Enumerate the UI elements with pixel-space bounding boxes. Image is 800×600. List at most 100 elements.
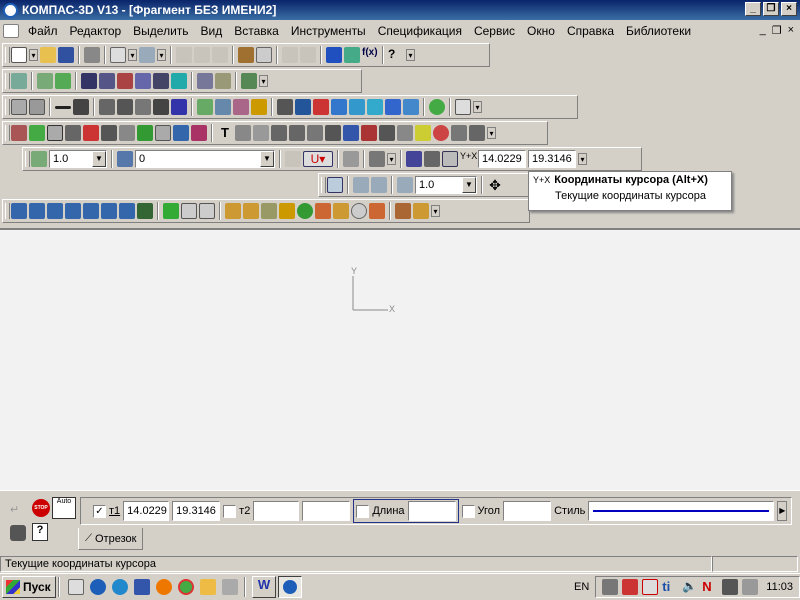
components-icon[interactable]	[119, 203, 135, 219]
grid-dropdown[interactable]: ▾	[387, 153, 396, 165]
ortho-draw-icon[interactable]	[424, 151, 440, 167]
document-icon[interactable]	[3, 23, 19, 38]
brace-icon[interactable]	[451, 125, 467, 141]
archive-icon[interactable]	[222, 579, 238, 595]
style-selector[interactable]	[588, 501, 775, 521]
sheet-icon[interactable]	[181, 203, 197, 219]
t1-checkbox[interactable]: ✓	[93, 504, 106, 518]
new-file-icon[interactable]	[11, 47, 27, 63]
tree-icon[interactable]	[297, 203, 313, 219]
material-icon[interactable]	[225, 203, 241, 219]
stop-button[interactable]: STOP	[32, 499, 50, 517]
n-icon[interactable]: N	[702, 579, 718, 595]
update-icon[interactable]	[742, 579, 759, 595]
assembly-icon[interactable]	[101, 203, 117, 219]
word-task-button[interactable]: W	[252, 576, 276, 598]
tools-icon[interactable]	[261, 203, 277, 219]
menu-file[interactable]: Файл	[22, 24, 64, 38]
kompas-app-icon[interactable]	[3, 2, 18, 18]
undo-icon[interactable]	[282, 47, 298, 63]
kompas-task-button[interactable]	[278, 576, 302, 598]
compact-toolbar-options[interactable]: ▾	[431, 205, 440, 217]
arrow-icon[interactable]	[469, 125, 485, 141]
base-icon[interactable]	[271, 125, 287, 141]
select-geometry-icon[interactable]	[47, 125, 63, 141]
sweep-icon[interactable]	[47, 203, 63, 219]
folder-icon[interactable]	[200, 579, 216, 595]
menu-help[interactable]: Справка	[561, 24, 620, 38]
paste-icon[interactable]	[212, 47, 228, 63]
tab-segment[interactable]: ⟋ Отрезок	[78, 528, 144, 550]
hand-icon[interactable]	[413, 203, 429, 219]
cloud-icon[interactable]	[403, 99, 419, 115]
zoom-in-icon[interactable]	[353, 177, 369, 193]
bar4-icon[interactable]	[385, 99, 401, 115]
auto-create-button[interactable]: Auto	[52, 497, 76, 519]
zoom-dropdown-arrow[interactable]: ▼	[462, 177, 476, 193]
bar3-icon[interactable]	[367, 99, 383, 115]
house-icon[interactable]	[279, 203, 295, 219]
menu-libraries[interactable]: Библиотеки	[620, 24, 697, 38]
local-cs-icon[interactable]	[31, 151, 47, 167]
zoom-out-icon[interactable]	[371, 177, 387, 193]
grid-icon[interactable]	[11, 73, 27, 89]
rhombus-icon[interactable]	[171, 73, 187, 89]
print-icon[interactable]	[84, 47, 100, 63]
menu-service[interactable]: Сервис	[468, 24, 521, 38]
camera-icon[interactable]	[10, 525, 26, 541]
weight-icon[interactable]	[295, 99, 311, 115]
edit-toolbar-options[interactable]: ▾	[473, 101, 482, 113]
zoom-scale-icon[interactable]	[397, 177, 413, 193]
preview-icon[interactable]	[110, 47, 126, 63]
length-checkbox[interactable]	[356, 504, 370, 518]
fence-icon[interactable]	[395, 203, 411, 219]
link-line-icon[interactable]	[73, 99, 89, 115]
save-icon[interactable]	[58, 47, 74, 63]
frame2-icon[interactable]	[117, 99, 133, 115]
chart-icon[interactable]	[197, 73, 213, 89]
geometry-toolbar-options[interactable]: ▾	[259, 75, 268, 87]
help-icon[interactable]: ?	[32, 523, 48, 541]
ie-icon[interactable]	[112, 579, 128, 595]
loft-icon[interactable]	[65, 203, 81, 219]
angle-field[interactable]	[503, 501, 552, 521]
new-file-dropdown[interactable]: ▾	[29, 49, 38, 61]
menu-window[interactable]: Окно	[521, 24, 561, 38]
list-icon[interactable]	[256, 47, 272, 63]
chrome-icon[interactable]	[178, 579, 194, 595]
bezier-icon[interactable]	[29, 125, 45, 141]
t1-y-field[interactable]: 19.3146	[172, 501, 221, 521]
t2-checkbox[interactable]	[223, 504, 237, 518]
roughness-icon[interactable]	[253, 125, 269, 141]
scale-combo[interactable]: 1.0 ▼	[49, 150, 107, 168]
spec-icon[interactable]	[173, 125, 189, 141]
constraints-icon[interactable]	[119, 125, 135, 141]
driver-icon[interactable]	[722, 579, 739, 595]
select-icon[interactable]	[155, 125, 171, 141]
menu-specification[interactable]: Спецификация	[372, 24, 468, 38]
warning-icon[interactable]	[642, 579, 659, 595]
language-indicator[interactable]: EN	[568, 581, 595, 593]
shape-icon[interactable]	[153, 99, 169, 115]
circle-point-icon[interactable]	[117, 73, 133, 89]
insert-component-icon[interactable]	[137, 203, 153, 219]
cloud-shape-icon[interactable]	[351, 203, 367, 219]
doc-restore-button[interactable]: ❐	[772, 24, 782, 37]
cut-extrude-icon[interactable]	[83, 203, 99, 219]
measure-arrow-icon[interactable]	[137, 125, 153, 141]
line-icon[interactable]	[55, 105, 71, 109]
properties-brush-icon[interactable]	[238, 47, 254, 63]
cursor-y-field[interactable]: 19.3146	[528, 150, 576, 168]
snap-magnet-icon[interactable]: U▾	[303, 151, 333, 167]
kompas-launch-icon[interactable]	[90, 579, 106, 595]
rectangle-icon[interactable]	[99, 73, 115, 89]
drawing-canvas[interactable]: Y X	[0, 228, 800, 490]
position-icon[interactable]	[307, 125, 323, 141]
layer-icon[interactable]	[117, 151, 133, 167]
arrow-left-icon[interactable]	[153, 73, 169, 89]
view2-icon[interactable]	[215, 99, 231, 115]
manager-dropdown[interactable]: ▾	[157, 49, 166, 61]
material2-icon[interactable]	[243, 203, 259, 219]
text-frame-icon[interactable]	[171, 99, 187, 115]
tag-icon[interactable]	[369, 203, 385, 219]
